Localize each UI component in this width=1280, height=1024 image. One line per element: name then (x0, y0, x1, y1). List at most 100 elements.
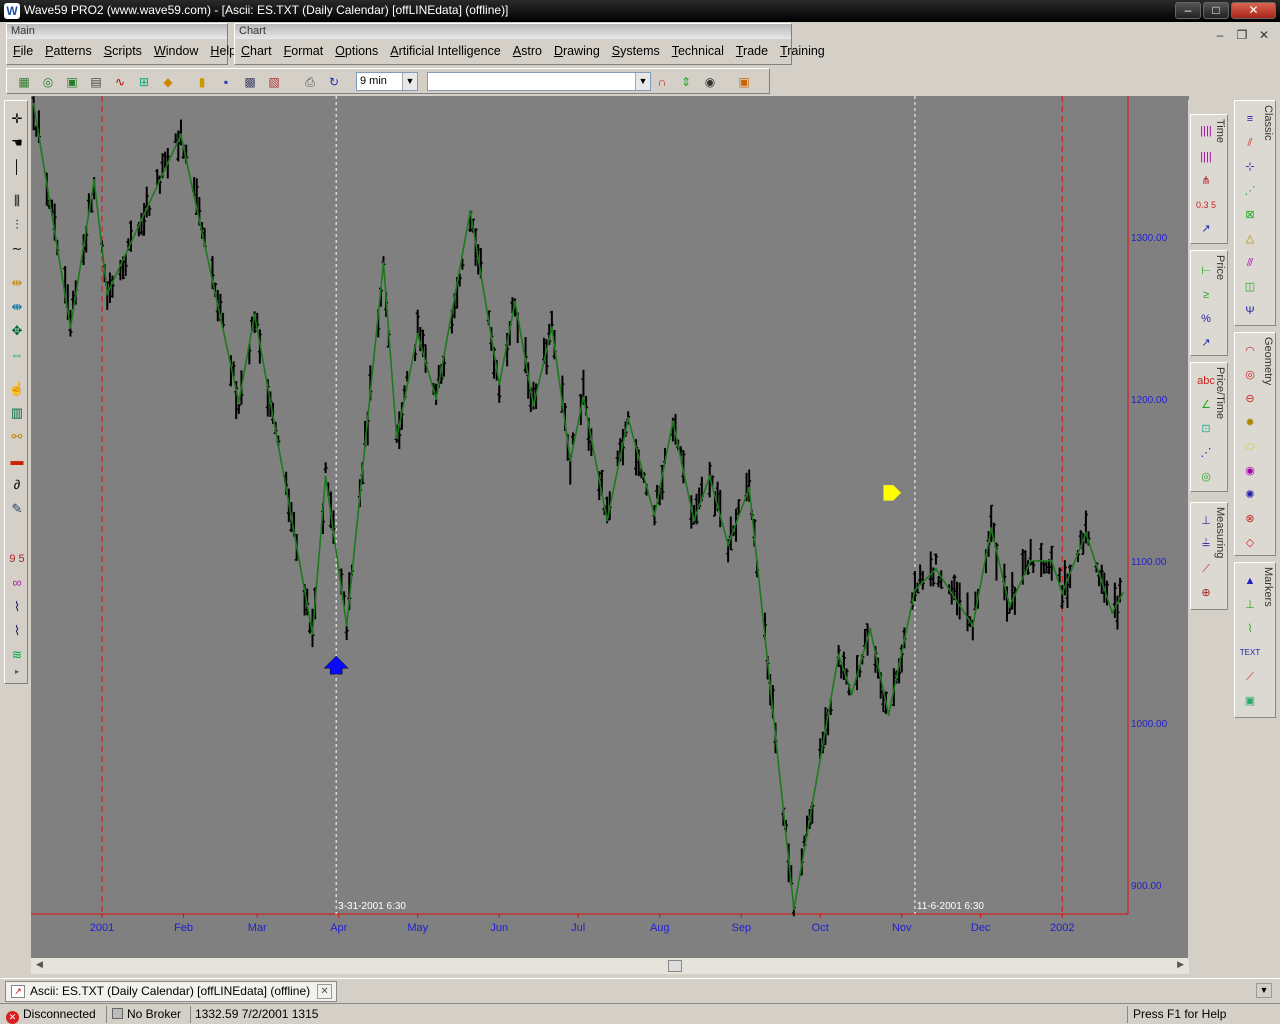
bar-chart-icon[interactable]: ⫼ (7, 191, 27, 211)
compress-horizontal-icon[interactable]: ⇼ (7, 297, 27, 317)
gann-angle-icon[interactable]: ∠ (1195, 395, 1217, 415)
chart-menu-drawing[interactable]: Drawing (548, 42, 606, 60)
time-projection-icon[interactable]: ↗ (1195, 219, 1217, 239)
hand-pan-icon[interactable]: ☚ (7, 133, 27, 153)
scroll-right-icon[interactable]: ▶ (1177, 959, 1184, 970)
line-marker-icon[interactable]: ⟋ (1239, 667, 1261, 687)
main-menu-patterns[interactable]: Patterns (39, 42, 98, 60)
close-tab-icon[interactable]: ✕ (317, 984, 333, 999)
zigzag-series-line[interactable] (32, 103, 1124, 910)
more-tools-chevron-icon[interactable]: ▸ (7, 667, 27, 677)
diamond-icon[interactable]: ◇ (1239, 533, 1261, 553)
refresh-icon[interactable]: ↻ (325, 73, 343, 91)
channel-icon[interactable]: ⫽ (1239, 133, 1261, 153)
save-icon[interactable]: ▪ (217, 73, 235, 91)
ninefive-icon[interactable]: 9 5 (7, 549, 27, 569)
expand-horizontal-icon[interactable]: ⇹ (7, 273, 27, 293)
mdi-restore-button[interactable]: ❐ (1232, 28, 1252, 42)
symbol-select[interactable]: ▼ (427, 72, 651, 91)
trash-icon[interactable]: ▥ (7, 403, 27, 423)
stretch-icon[interactable]: ⇔ (7, 345, 27, 365)
cycle-icon[interactable]: ∞ (7, 573, 27, 593)
ellipse-icon[interactable]: ⊖ (1239, 389, 1261, 409)
data-icon[interactable]: ▤ (87, 73, 105, 91)
open-chart-icon[interactable]: ▣ (63, 73, 81, 91)
chart-menu-format[interactable]: Format (278, 42, 330, 60)
wave59-app-icon[interactable]: W (4, 3, 20, 19)
up-arrow-marker-icon[interactable] (323, 655, 349, 675)
parallel-lines-icon[interactable]: ⫻ (1239, 253, 1261, 273)
chart-menu-technical[interactable]: Technical (666, 42, 730, 60)
scroll-thumb[interactable] (668, 960, 682, 972)
pen-icon[interactable]: ✎ (7, 499, 27, 519)
mdi-close-button[interactable]: ✕ (1254, 28, 1274, 42)
chevron-down-icon[interactable]: ▼ (402, 73, 417, 90)
box-marker-icon[interactable]: ▣ (1239, 691, 1261, 711)
link-icon[interactable]: ⚯ (7, 427, 27, 447)
measure-1-icon[interactable]: ⊥ (1195, 511, 1217, 531)
grid-icon[interactable]: ⊞ (135, 73, 153, 91)
wave-count-1-icon[interactable]: ⌇ (7, 597, 27, 617)
zoom-chart-icon[interactable]: ◎ (39, 73, 57, 91)
measure-diagonal-icon[interactable]: ⟋ (1195, 559, 1217, 579)
arc-icon[interactable]: ◠ (1239, 341, 1261, 361)
web-icon[interactable]: ✺ (1239, 485, 1261, 505)
crosshair-icon[interactable]: ✛ (7, 109, 27, 129)
print-icon[interactable]: ⎙ (301, 73, 319, 91)
time-bars-icon[interactable]: |||| (1195, 121, 1217, 141)
line-tool-icon[interactable]: ⊹ (1239, 157, 1261, 177)
broker-status[interactable]: No Broker (112, 1007, 181, 1021)
fan-icon[interactable]: ⋰ (1195, 443, 1217, 463)
time-fan-icon[interactable]: ⋔ (1195, 171, 1217, 191)
lasso-icon[interactable]: ∂ (7, 475, 27, 495)
marker-1-icon[interactable]: ⊥ (1239, 595, 1261, 615)
wave-count-2-icon[interactable]: ⌇ (7, 621, 27, 641)
main-menu-window[interactable]: Window (148, 42, 204, 60)
chart-menu-systems[interactable]: Systems (606, 42, 666, 60)
percent-icon[interactable]: % (1195, 309, 1217, 329)
open-folder-icon[interactable]: ▮ (193, 73, 211, 91)
eye-icon[interactable]: ◉ (701, 73, 719, 91)
oval-icon[interactable]: ⬭ (1239, 437, 1261, 457)
abc-icon[interactable]: abc (1195, 371, 1217, 391)
chart-document-tab[interactable]: ↗ Ascii: ES.TXT (Daily Calendar) [offLIN… (5, 981, 338, 1002)
main-menu-file[interactable]: File (7, 42, 39, 60)
new-chart-icon[interactable]: ▦ (15, 73, 33, 91)
alert-icon[interactable]: ▣ (735, 73, 753, 91)
nested-box-icon[interactable]: ◫ (1239, 277, 1261, 297)
triangle-icon[interactable]: △ (1239, 229, 1261, 249)
vertical-line-icon[interactable]: │ (7, 157, 27, 177)
main-menu-scripts[interactable]: Scripts (98, 42, 148, 60)
template-icon[interactable]: ▧ (265, 73, 283, 91)
chevron-down-icon[interactable]: ▼ (635, 73, 650, 90)
wave-icon[interactable]: ∿ (111, 73, 129, 91)
tab-list-chevron-icon[interactable]: ▼ (1256, 983, 1272, 998)
time-cycles-icon[interactable]: |||| (1195, 147, 1217, 167)
pointer-hand-icon[interactable]: ☝ (7, 379, 27, 399)
up-arrow-marker-icon[interactable]: ▲ (1239, 571, 1261, 591)
measure-123-icon[interactable]: ≟ (1195, 535, 1217, 555)
marker-12-icon[interactable]: ⌇ (1239, 619, 1261, 639)
car-icon[interactable]: ▬ (7, 451, 27, 471)
pitchfork-icon[interactable]: Ψ (1239, 301, 1261, 321)
chart-menu-trade[interactable]: Trade (730, 42, 774, 60)
price-projection-icon[interactable]: ↗ (1195, 333, 1217, 353)
price-chart[interactable]: 3-31-2001 6:30 11-6-2001 6:30 900.00 1000.0… (31, 96, 1189, 958)
chart-menu-chart[interactable]: Chart (235, 42, 278, 60)
chart-canvas[interactable]: 3-31-2001 6:30 11-6-2001 6:30 900.00 1000.0… (31, 96, 1189, 958)
chart-menu-options[interactable]: Options (329, 42, 384, 60)
box-icon[interactable]: ⊡ (1195, 419, 1217, 439)
price-lines-icon[interactable]: ⊢ (1195, 261, 1217, 281)
bullseye-icon[interactable]: ⊗ (1239, 509, 1261, 529)
price-levels-icon[interactable]: ≥ (1195, 285, 1217, 305)
mdi-minimize-button[interactable]: – (1210, 28, 1230, 42)
right-arrow-marker-icon[interactable] (882, 484, 902, 502)
fan-lines-icon[interactable]: ⋰ (1239, 181, 1261, 201)
interval-select[interactable]: 9 min ▼ (356, 72, 418, 91)
circle-icon[interactable]: ◎ (1239, 365, 1261, 385)
chart-menu-training[interactable]: Training (774, 42, 831, 60)
square-grid-icon[interactable]: ⊠ (1239, 205, 1261, 225)
move-icon[interactable]: ✥ (7, 321, 27, 341)
sun-icon[interactable]: ✹ (1239, 413, 1261, 433)
concentric-circle-icon[interactable]: ◉ (1239, 461, 1261, 481)
